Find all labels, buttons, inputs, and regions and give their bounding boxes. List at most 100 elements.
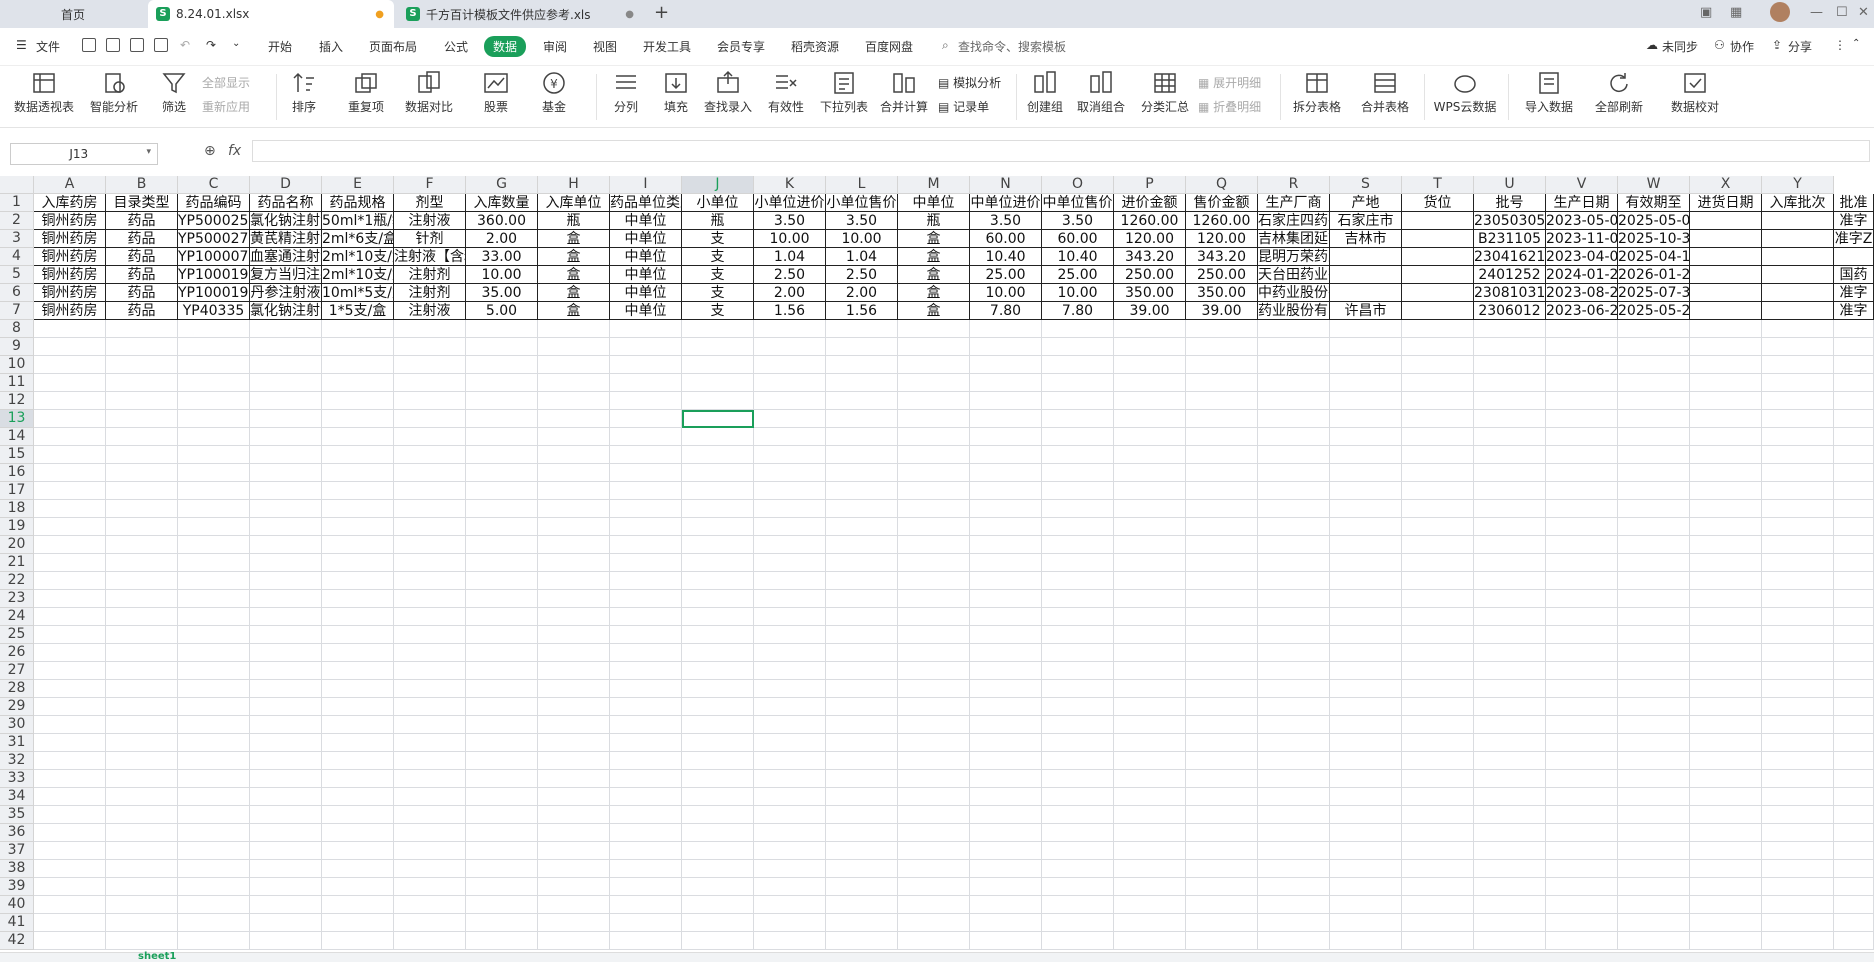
column-header-L[interactable]: L	[826, 176, 898, 194]
table-cell[interactable]	[1114, 392, 1186, 410]
table-header-cell[interactable]: 目录类型	[106, 194, 178, 212]
table-cell[interactable]	[1402, 680, 1474, 698]
table-cell[interactable]	[1402, 518, 1474, 536]
table-cell[interactable]	[826, 554, 898, 572]
table-cell[interactable]	[1042, 320, 1114, 338]
save-icon[interactable]	[82, 38, 96, 52]
table-cell[interactable]	[1402, 212, 1474, 230]
table-cell[interactable]: 3.50	[970, 212, 1042, 230]
table-cell[interactable]	[1546, 824, 1618, 842]
table-cell[interactable]: 2025-05-02	[1618, 212, 1690, 230]
table-cell[interactable]	[106, 482, 178, 500]
table-cell[interactable]	[1474, 806, 1546, 824]
table-cell[interactable]	[1618, 716, 1690, 734]
menu-formula[interactable]: 公式	[444, 38, 468, 55]
table-cell[interactable]: 2ml*10支/盒	[322, 266, 394, 284]
table-cell[interactable]	[610, 608, 682, 626]
table-cell[interactable]	[682, 932, 754, 950]
table-cell[interactable]	[34, 356, 106, 374]
table-cell[interactable]	[1474, 590, 1546, 608]
table-cell[interactable]	[466, 644, 538, 662]
table-cell[interactable]	[1330, 428, 1402, 446]
table-cell[interactable]: 250.00	[1114, 266, 1186, 284]
table-cell[interactable]	[610, 644, 682, 662]
column-header-B[interactable]: B	[106, 176, 178, 194]
table-cell[interactable]	[1330, 914, 1402, 932]
table-cell[interactable]	[1474, 338, 1546, 356]
table-cell[interactable]	[1330, 266, 1402, 284]
table-cell[interactable]	[322, 626, 394, 644]
table-cell[interactable]	[1330, 662, 1402, 680]
table-cell[interactable]	[106, 374, 178, 392]
table-cell[interactable]	[826, 446, 898, 464]
table-cell[interactable]	[538, 896, 610, 914]
table-cell[interactable]	[1114, 680, 1186, 698]
table-cell[interactable]	[1834, 482, 1874, 500]
table-cell[interactable]	[1330, 284, 1402, 302]
table-cell[interactable]	[1546, 896, 1618, 914]
table-cell[interactable]	[898, 500, 970, 518]
table-cell[interactable]	[394, 806, 466, 824]
table-cell[interactable]	[1690, 482, 1762, 500]
table-cell[interactable]: 瓶	[898, 212, 970, 230]
table-cell[interactable]	[250, 410, 322, 428]
table-cell[interactable]	[610, 482, 682, 500]
table-cell[interactable]	[394, 662, 466, 680]
table-cell[interactable]	[1546, 878, 1618, 896]
table-cell[interactable]	[1330, 500, 1402, 518]
table-cell[interactable]	[538, 320, 610, 338]
table-cell[interactable]	[898, 446, 970, 464]
table-cell[interactable]	[322, 572, 394, 590]
table-cell[interactable]: 药品	[106, 284, 178, 302]
row-header-10[interactable]: 10	[0, 356, 34, 374]
table-cell[interactable]	[178, 428, 250, 446]
table-cell[interactable]	[34, 842, 106, 860]
table-cell[interactable]	[34, 554, 106, 572]
table-cell[interactable]	[1546, 842, 1618, 860]
table-cell[interactable]	[178, 482, 250, 500]
table-cell[interactable]	[610, 788, 682, 806]
table-cell[interactable]	[1618, 392, 1690, 410]
duplicates-button[interactable]: 重复项	[342, 66, 390, 115]
table-cell[interactable]	[1834, 572, 1874, 590]
table-cell[interactable]: 中单位	[610, 248, 682, 266]
table-cell[interactable]	[1330, 860, 1402, 878]
table-cell[interactable]	[1402, 446, 1474, 464]
table-cell[interactable]	[1834, 860, 1874, 878]
table-cell[interactable]	[682, 914, 754, 932]
table-cell[interactable]	[1834, 932, 1874, 950]
table-cell[interactable]	[610, 410, 682, 428]
table-cell[interactable]	[1762, 410, 1834, 428]
table-cell[interactable]	[1762, 896, 1834, 914]
table-cell[interactable]	[1762, 734, 1834, 752]
table-cell[interactable]	[1618, 608, 1690, 626]
table-cell[interactable]	[826, 356, 898, 374]
table-cell[interactable]	[1762, 914, 1834, 932]
table-cell[interactable]	[1114, 320, 1186, 338]
row-header-36[interactable]: 36	[0, 824, 34, 842]
table-cell[interactable]	[898, 338, 970, 356]
table-cell[interactable]	[466, 482, 538, 500]
table-cell[interactable]	[1330, 788, 1402, 806]
table-cell[interactable]	[1690, 896, 1762, 914]
table-header-cell[interactable]: 中单位进价	[970, 194, 1042, 212]
table-cell[interactable]	[610, 374, 682, 392]
row-header-20[interactable]: 20	[0, 536, 34, 554]
table-cell[interactable]	[682, 662, 754, 680]
table-cell[interactable]	[970, 554, 1042, 572]
table-cell[interactable]	[682, 572, 754, 590]
table-cell[interactable]	[466, 608, 538, 626]
table-cell[interactable]	[826, 608, 898, 626]
table-cell[interactable]: 2023-06-22	[1546, 302, 1618, 320]
table-cell[interactable]	[1474, 554, 1546, 572]
table-cell[interactable]	[322, 860, 394, 878]
table-cell[interactable]: 2305030502	[1474, 212, 1546, 230]
table-cell[interactable]	[754, 446, 826, 464]
table-cell[interactable]	[322, 410, 394, 428]
table-cell[interactable]	[34, 734, 106, 752]
table-cell[interactable]	[1186, 410, 1258, 428]
table-cell[interactable]	[1258, 680, 1330, 698]
table-cell[interactable]	[1690, 932, 1762, 950]
table-cell[interactable]	[898, 536, 970, 554]
table-cell[interactable]	[898, 428, 970, 446]
